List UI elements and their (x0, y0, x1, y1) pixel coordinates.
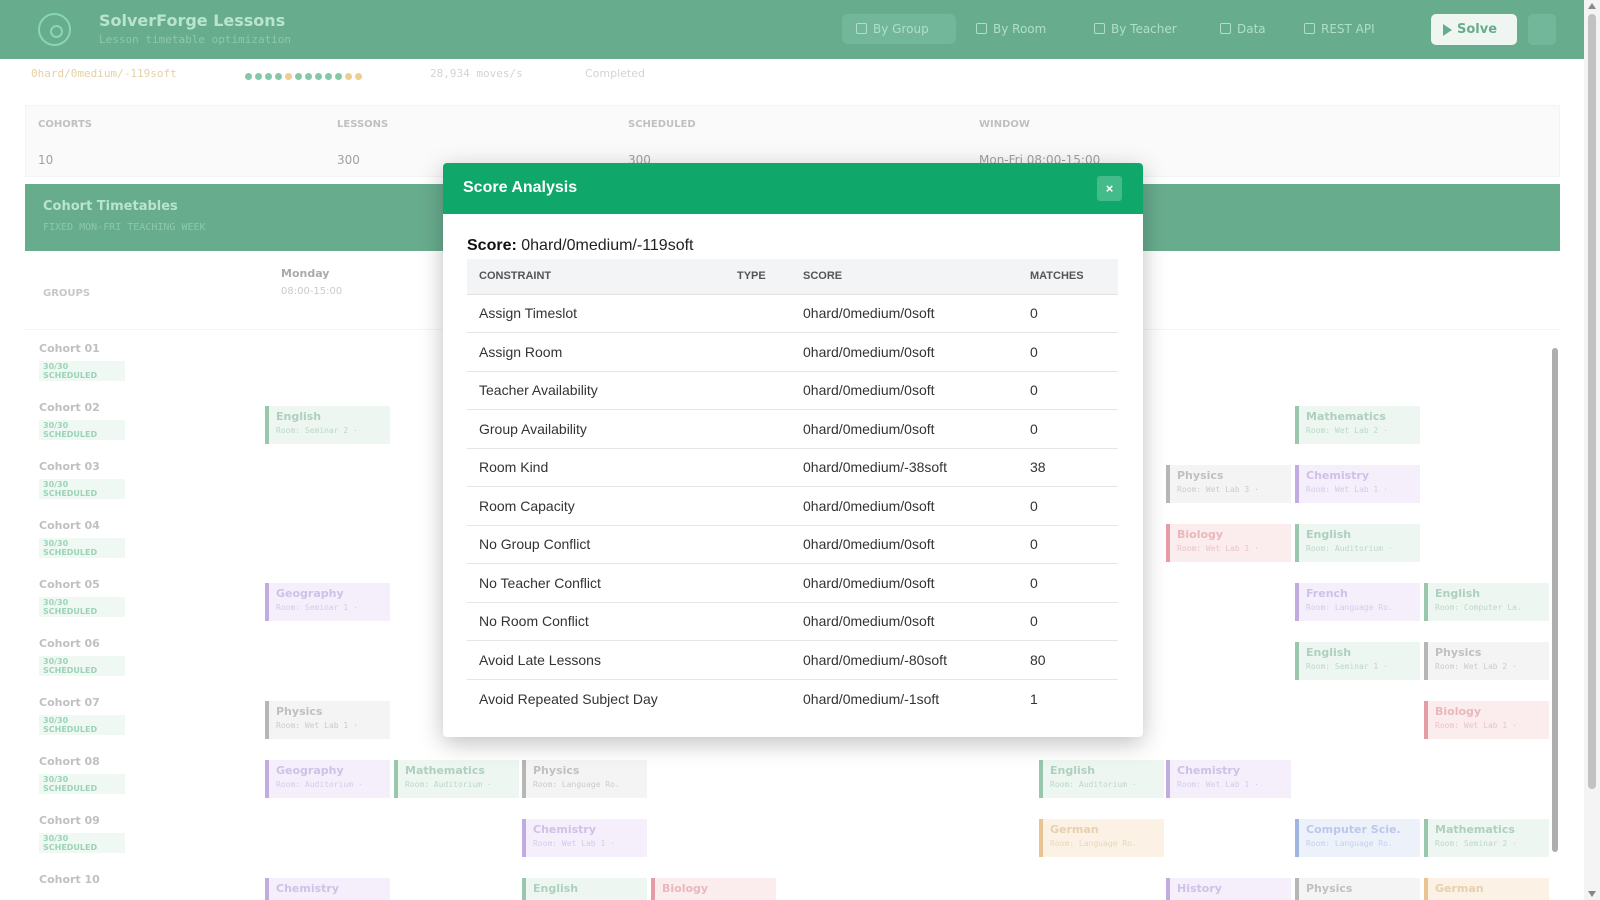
constraint-score-cell: 0hard/0medium/0soft (791, 409, 1018, 449)
constraint-matches-cell: 0 (1018, 602, 1118, 641)
table-row: No Room Conflict 0hard/0medium/0soft 0 (467, 602, 1118, 641)
page-scrollbar[interactable] (1584, 0, 1600, 900)
constraint-name-cell: Avoid Repeated Subject Day (479, 690, 658, 707)
constraint-score-cell: 0hard/0medium/0soft (791, 525, 1018, 564)
modal-title: Score Analysis (463, 179, 578, 196)
constraint-score-cell: 0hard/0medium/0soft (791, 602, 1018, 641)
constraint-matches-cell: 1 (1030, 690, 1038, 707)
constraint-type-cell (725, 679, 791, 718)
score-summary: Score: 0hard/0medium/-119soft (467, 237, 694, 255)
constraint-matches-cell: 0 (1018, 332, 1118, 372)
constraint-type-cell (725, 294, 791, 333)
constraint-name-cell: Assign Timeslot (467, 294, 725, 333)
table-row: Assign Timeslot 0hard/0medium/0soft 0 (467, 294, 1118, 333)
table-row: Avoid Repeated Subject Day 0hard/0medium/… (467, 679, 1118, 718)
column-header-type: TYPE (725, 259, 791, 295)
table-row: No Teacher Conflict 0hard/0medium/0soft 0 (467, 563, 1118, 603)
constraint-name-cell: Teacher Availability (467, 371, 725, 410)
constraint-score-cell: 0hard/0medium/0soft (791, 371, 1018, 410)
constraint-type-cell (725, 332, 791, 372)
constraint-name-cell: Group Availability (467, 409, 725, 449)
constraint-matches-cell: 0 (1018, 486, 1118, 526)
constraint-matches-cell: 80 (1018, 640, 1118, 680)
constraint-type-cell (725, 448, 791, 487)
constraint-name-cell: Avoid Late Lessons (467, 640, 725, 680)
score-label: Score: (467, 237, 517, 254)
scroll-down-arrow-icon[interactable] (1588, 891, 1596, 897)
table-row: Teacher Availability 0hard/0medium/0soft 0 (467, 371, 1118, 410)
constraint-type-cell (725, 602, 791, 641)
constraint-name-cell: Assign Room (467, 332, 725, 372)
constraint-type-cell (725, 525, 791, 564)
constraint-matches-cell: 38 (1018, 448, 1118, 487)
column-header-constraint: CONSTRAINT (467, 259, 725, 295)
constraint-type-cell (725, 640, 791, 680)
table-row: Room Kind 0hard/0medium/-38soft 38 (467, 448, 1118, 487)
table-row: Room Capacity 0hard/0medium/0soft 0 (467, 486, 1118, 526)
constraint-matches-cell: 0 (1018, 525, 1118, 564)
constraint-name-cell: No Room Conflict (467, 602, 725, 641)
constraint-score-cell: 0hard/0medium/0soft (791, 486, 1018, 526)
constraint-type-cell (725, 486, 791, 526)
constraint-type-cell (725, 409, 791, 449)
table-header-row: CONSTRAINT TYPE SCORE MATCHES (467, 259, 1118, 295)
constraint-matches-cell: 0 (1018, 294, 1118, 333)
constraint-score-cell: 0hard/0medium/0soft (791, 332, 1018, 372)
constraint-score-cell: 0hard/0medium/0soft (791, 294, 1018, 333)
constraint-table: CONSTRAINT TYPE SCORE MATCHES Assign Tim… (467, 259, 1118, 718)
column-header-score: SCORE (791, 259, 1018, 295)
score-value: 0hard/0medium/-119soft (521, 237, 694, 254)
constraint-name-cell: No Group Conflict (467, 525, 725, 564)
table-row: Group Availability 0hard/0medium/0soft 0 (467, 409, 1118, 449)
constraint-type-cell (725, 371, 791, 410)
constraint-name-cell: Room Capacity (467, 486, 725, 526)
modal-header: Score Analysis × (443, 163, 1143, 214)
score-analysis-modal: Score Analysis × Score: 0hard/0medium/-1… (443, 163, 1143, 737)
table-row: No Group Conflict 0hard/0medium/0soft 0 (467, 525, 1118, 564)
constraint-name-cell: No Teacher Conflict (467, 563, 725, 603)
constraint-name-cell: Room Kind (467, 448, 725, 487)
constraint-type-cell (725, 563, 791, 603)
scroll-thumb[interactable] (1588, 14, 1596, 789)
constraint-matches-cell: 0 (1018, 563, 1118, 603)
constraint-score-cell: 0hard/0medium/-1soft (803, 690, 940, 707)
constraint-score-cell: 0hard/0medium/-80soft (791, 640, 1018, 680)
constraint-matches-cell: 0 (1018, 409, 1118, 449)
table-row: Avoid Late Lessons 0hard/0medium/-80soft 8… (467, 640, 1118, 680)
column-header-matches: MATCHES (1018, 259, 1118, 295)
constraint-matches-cell: 0 (1018, 371, 1118, 410)
close-button[interactable]: × (1097, 176, 1122, 201)
constraint-score-cell: 0hard/0medium/0soft (791, 563, 1018, 603)
scroll-up-arrow-icon[interactable] (1588, 3, 1596, 9)
table-row: Assign Room 0hard/0medium/0soft 0 (467, 332, 1118, 372)
constraint-score-cell: 0hard/0medium/-38soft (791, 448, 1018, 487)
